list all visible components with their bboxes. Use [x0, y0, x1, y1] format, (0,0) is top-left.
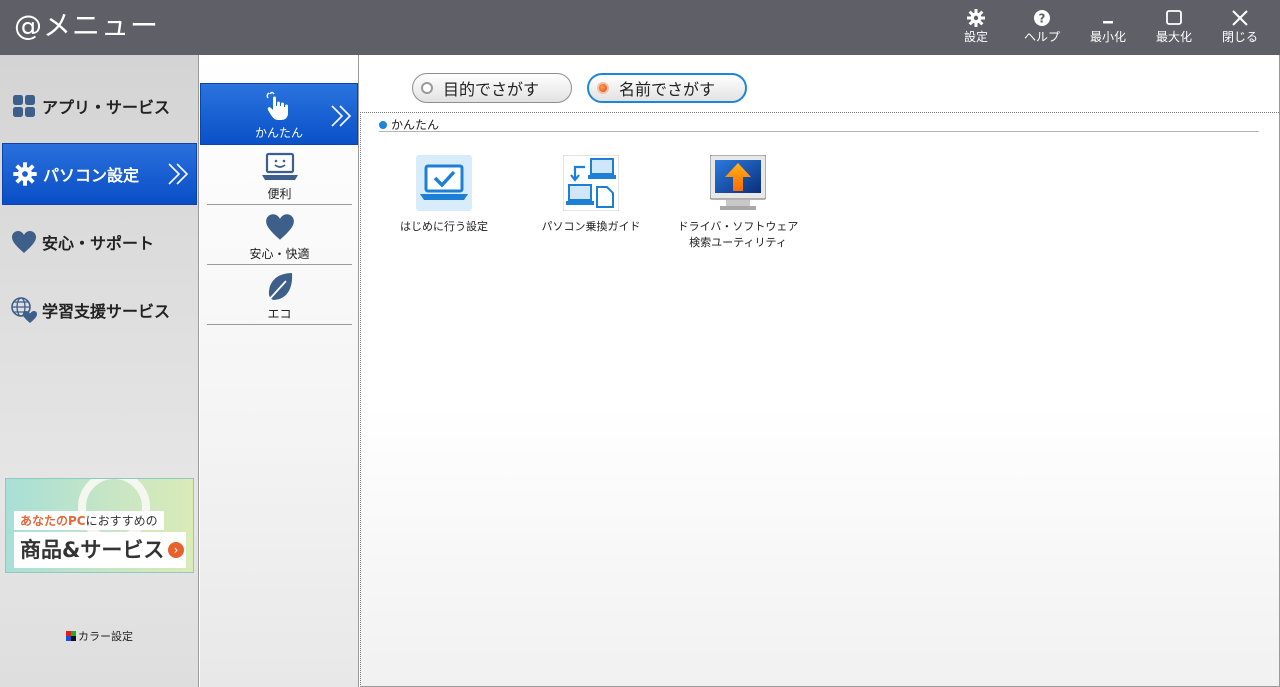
tool-label-line2: 検索ユーティリティ: [689, 236, 787, 249]
maximize-label: 最大化: [1155, 30, 1192, 44]
monitor-update-icon: [709, 154, 767, 210]
tool-driver-software-search[interactable]: ドライバ・ソフトウェア 検索ユーティリティ: [668, 154, 808, 251]
globe-heart-icon: [10, 296, 38, 324]
close-label: 閉じる: [1221, 30, 1258, 44]
nav-safety-support[interactable]: 安心・サポート: [2, 211, 197, 273]
gear-icon: [11, 160, 39, 188]
color-setting-label: カラー設定: [78, 630, 133, 643]
close-icon: [1232, 10, 1248, 26]
settings-button[interactable]: 設定: [946, 8, 1006, 48]
question-icon: ?: [1034, 10, 1050, 26]
gear-icon: [967, 9, 985, 27]
subnav-convenient[interactable]: 便利: [207, 145, 352, 205]
maximize-icon: [1166, 10, 1182, 25]
nav-pc-settings[interactable]: パソコン設定: [2, 143, 197, 205]
close-button[interactable]: 閉じる: [1210, 8, 1270, 48]
banner-line1-text: におすすめの: [85, 514, 158, 528]
color-palette-icon: [66, 631, 76, 641]
tool-label-line1: ドライバ・ソフトウェア: [677, 220, 799, 233]
svg-text:?: ?: [1039, 12, 1046, 26]
tool-label: パソコン乗換ガイド: [541, 220, 641, 233]
bullet-icon: [379, 120, 387, 129]
radio-selected-icon: [597, 82, 609, 94]
help-button[interactable]: ? ヘルプ: [1012, 8, 1072, 48]
search-by-purpose-label: 目的でさがす: [443, 80, 540, 99]
settings-label: 設定: [963, 30, 988, 44]
app-title: @メニュー: [14, 9, 160, 42]
nav-label: アプリ・サービス: [42, 98, 171, 117]
chevron-right-icon: ›: [168, 542, 184, 558]
banner-line1: あなたのPCにおすすめの: [14, 511, 164, 530]
double-chevron-right-icon: [331, 105, 352, 127]
nav-label: 学習支援サービス: [42, 302, 171, 321]
minimize-button[interactable]: 最小化: [1078, 8, 1138, 48]
apps-grid-icon: [10, 92, 38, 120]
subnav-label: エコ: [267, 307, 292, 321]
nav-label: 安心・サポート: [42, 234, 155, 253]
search-by-name-option[interactable]: 名前でさがす: [587, 73, 747, 103]
main-category-nav: アプリ・サービス パソコン設定 安心・サポート 学習支援サービス あなたのPCに…: [0, 55, 199, 687]
minimize-label: 最小化: [1089, 30, 1126, 44]
color-setting-link[interactable]: カラー設定: [66, 628, 133, 644]
laptop-check-icon: [416, 155, 472, 211]
leaf-icon: [207, 271, 352, 303]
nav-label: パソコン設定: [43, 166, 140, 185]
search-by-name-label: 名前でさがす: [619, 80, 716, 99]
subnav-easy[interactable]: かんたん: [200, 83, 358, 145]
radio-unselected-icon: [421, 82, 433, 94]
banner-line2: 商品&サービス: [14, 532, 186, 568]
banner-highlight: あなたのPC: [20, 514, 86, 528]
maximize-button[interactable]: 最大化: [1144, 8, 1204, 48]
tool-label: はじめに行う設定: [400, 220, 488, 233]
pc-transfer-icon: [562, 154, 620, 212]
subnav-label: 安心・快適: [249, 247, 310, 261]
nav-learning-support[interactable]: 学習支援サービス: [2, 279, 197, 341]
nav-apps-services[interactable]: アプリ・サービス: [2, 75, 197, 137]
subnav-safe-comfort[interactable]: 安心・快適: [207, 205, 352, 265]
tool-pc-transfer-guide[interactable]: パソコン乗換ガイド: [521, 154, 661, 235]
tool-initial-setup[interactable]: はじめに行う設定: [374, 155, 514, 235]
heart-icon: [207, 211, 352, 243]
minimize-icon: [1103, 21, 1113, 24]
main-content: 目的でさがす 名前でさがす かんたん はじめに行う設定 パソコン乗換ガイド ドラ…: [360, 55, 1280, 687]
search-by-purpose-option[interactable]: 目的でさがす: [412, 73, 572, 103]
section-divider: [379, 131, 1259, 132]
recommended-products-banner[interactable]: あなたのPCにおすすめの 商品&サービス ›: [5, 478, 194, 573]
heart-icon: [10, 228, 38, 256]
title-bar: @メニュー 設定 ? ヘルプ 最小化 最大化 閉じる: [0, 0, 1280, 55]
help-label: ヘルプ: [1023, 30, 1060, 44]
subnav-label: 便利: [267, 187, 292, 201]
sub-category-nav: かんたん 便利 安心・快適 エコ: [200, 55, 359, 687]
double-chevron-right-icon: [168, 163, 189, 185]
subnav-eco[interactable]: エコ: [207, 265, 352, 325]
laptop-smile-icon: [207, 151, 352, 183]
